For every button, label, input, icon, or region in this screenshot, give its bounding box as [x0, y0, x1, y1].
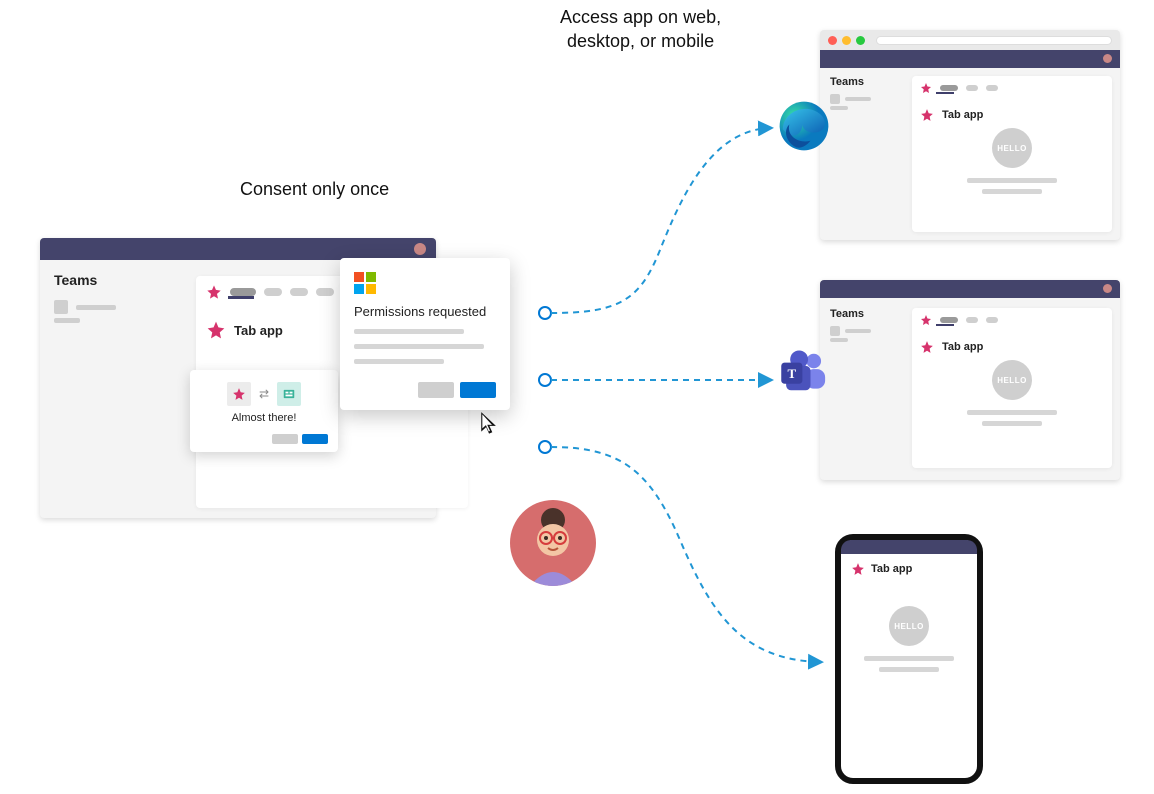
mobile-target: Tab app HELLO: [835, 534, 983, 784]
sidebar-title: Teams: [54, 272, 97, 288]
sidebar-title: Teams: [830, 76, 864, 88]
star-icon: [920, 340, 934, 354]
app-content: HELLO: [912, 128, 1112, 194]
tab-app-label: Tab app: [942, 109, 983, 121]
sidebar-item: [830, 326, 871, 336]
sidebar-title: Teams: [830, 308, 864, 320]
hello-badge: HELLO: [889, 606, 929, 646]
tab-app-label: Tab app: [871, 563, 912, 575]
target-app-icon: [277, 382, 301, 406]
star-icon: [920, 82, 932, 94]
continue-button[interactable]: [302, 434, 328, 444]
permissions-title: Permissions requested: [354, 304, 496, 319]
close-dot: [414, 243, 426, 255]
accept-button[interactable]: [460, 382, 496, 398]
swap-icon: ⇄: [259, 387, 269, 401]
sidebar-item: [830, 94, 871, 104]
tab-app-label: Tab app: [942, 341, 983, 353]
tab-panel: Tab app HELLO: [912, 308, 1112, 468]
tab-app-label: Tab app: [234, 323, 283, 338]
tab-panel: Tab app HELLO: [912, 76, 1112, 232]
permission-line: [354, 344, 484, 349]
app-content: HELLO: [912, 360, 1112, 426]
cursor-icon: [478, 410, 504, 436]
star-icon: [920, 108, 934, 122]
user-avatar-icon: [510, 500, 596, 586]
cancel-button[interactable]: [272, 434, 298, 444]
almost-there-card: ⇄ Almost there!: [190, 370, 338, 452]
microsoft-logo-icon: [354, 272, 376, 294]
heading-consent: Consent only once: [240, 177, 389, 201]
hello-badge: HELLO: [992, 360, 1032, 400]
permission-line: [354, 329, 464, 334]
sidebar-item: [54, 300, 116, 314]
address-bar[interactable]: [876, 36, 1112, 45]
sidebar-item: [830, 338, 848, 342]
browser-chrome: [820, 30, 1120, 50]
sidebar-item: [830, 106, 848, 110]
app-content: HELLO: [841, 606, 977, 672]
desktop-target-window: Teams Tab app HELLO: [820, 280, 1120, 480]
permissions-dialog: Permissions requested: [340, 258, 510, 410]
edge-browser-icon: [778, 100, 830, 152]
source-app-icon: [227, 382, 251, 406]
tab-strip: [206, 284, 334, 300]
ms-teams-icon: T: [778, 348, 830, 400]
almost-caption: Almost there!: [200, 412, 328, 424]
decline-button[interactable]: [418, 382, 454, 398]
permission-line: [354, 359, 444, 364]
web-target-window: Teams Tab app HELLO: [820, 30, 1120, 240]
heading-access: Access app on web, desktop, or mobile: [560, 5, 721, 54]
sidebar-item: [54, 318, 80, 323]
star-icon: [920, 314, 932, 326]
hello-badge: HELLO: [992, 128, 1032, 168]
tab-app-title: Tab app: [206, 320, 283, 340]
star-icon: [206, 284, 222, 300]
svg-text:T: T: [787, 366, 796, 381]
star-icon: [851, 562, 865, 576]
window-titlebar: [40, 238, 436, 260]
star-icon: [206, 320, 226, 340]
